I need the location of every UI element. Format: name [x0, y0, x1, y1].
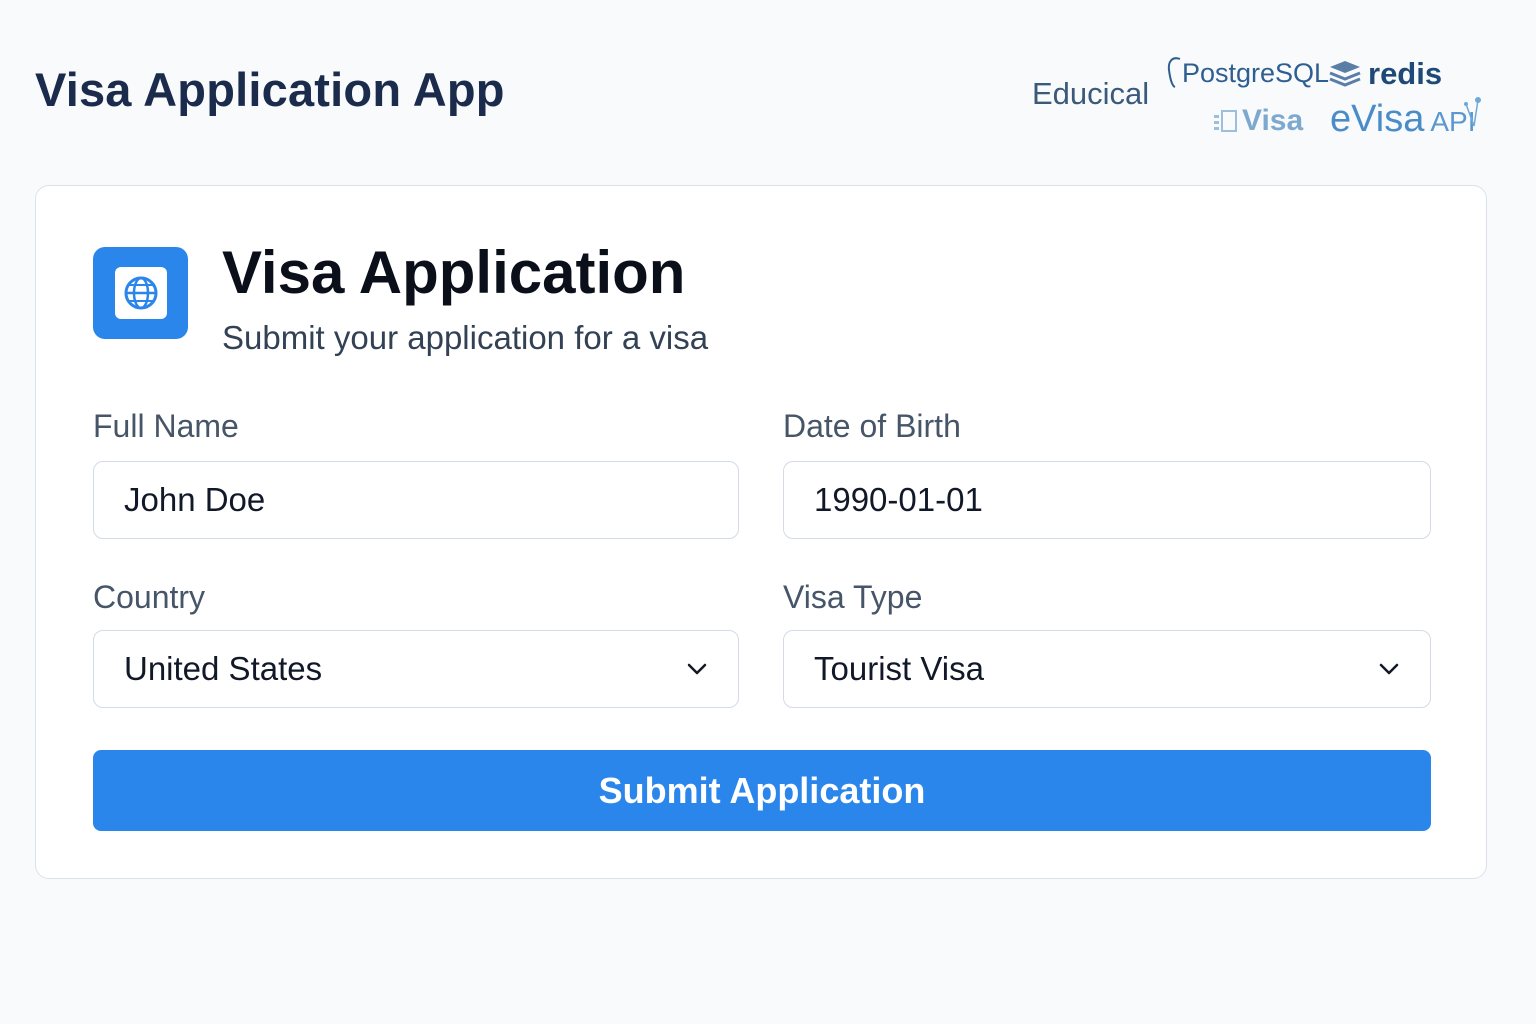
app-title: Visa Application App [35, 63, 505, 116]
full-name-label: Full Name [93, 408, 239, 444]
evisa-logo-text: eVisa [1330, 98, 1425, 140]
evisa-api-logo: eVisa API [1330, 97, 1481, 141]
application-card: Visa Application Submit your application… [35, 185, 1487, 879]
postgresql-logo-text: PostgreSQL [1182, 57, 1330, 88]
postgresql-logo: PostgreSQL [1166, 56, 1329, 90]
partner-logos: Educical PostgreSQL redis Visa eVisa API [1020, 50, 1520, 150]
visa-logo: Visa [1212, 104, 1303, 138]
card-icon-tile [93, 247, 188, 339]
globe-icon [114, 267, 167, 319]
visa-type-select[interactable]: Tourist Visa [783, 630, 1431, 708]
visa-type-label: Visa Type [783, 579, 923, 615]
page: Visa Application App Educical PostgreSQL… [0, 0, 1536, 1024]
redis-logo: redis [1328, 56, 1442, 92]
visa-logo-text: Visa [1242, 104, 1304, 137]
form-subtitle: Submit your application for a visa [222, 319, 709, 356]
document-icon [1214, 110, 1237, 132]
country-select[interactable]: United States [93, 630, 739, 708]
chevron-down-icon [1379, 663, 1399, 675]
submit-application-button[interactable]: Submit Application [93, 750, 1431, 831]
educical-logo: Educical [1032, 76, 1150, 111]
date-of-birth-input[interactable]: 1990-01-01 [783, 461, 1431, 539]
country-value: United States [124, 650, 323, 687]
visa-type-value: Tourist Visa [814, 650, 984, 687]
date-of-birth-value: 1990-01-01 [814, 481, 983, 518]
full-name-value: John Doe [124, 481, 266, 518]
redis-logo-text: redis [1368, 56, 1443, 91]
full-name-input[interactable]: John Doe [93, 461, 739, 539]
connection-dots-icon [1463, 97, 1481, 127]
redis-stack-icon [1329, 61, 1361, 87]
date-of-birth-label: Date of Birth [783, 408, 961, 444]
chevron-down-icon [687, 663, 707, 675]
form-title: Visa Application [222, 239, 686, 306]
country-label: Country [93, 579, 206, 615]
